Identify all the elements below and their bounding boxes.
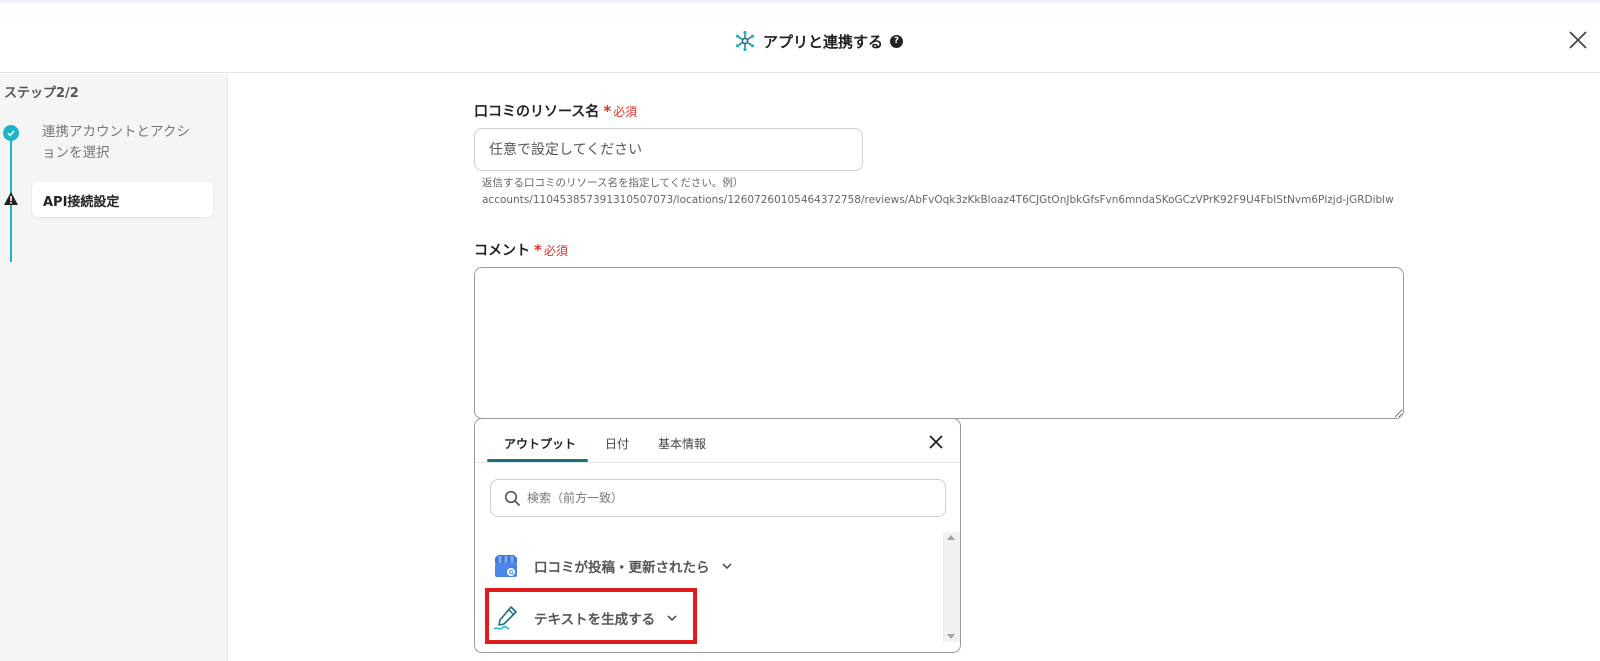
close-icon[interactable] [927, 433, 945, 451]
warning-icon [4, 192, 18, 205]
required-text: 必須 [543, 244, 568, 258]
svg-text:G: G [509, 570, 514, 577]
step-sidebar: ステップ2/2 連携アカウントとアクションを選択 API接続設定 [0, 74, 228, 661]
resource-name-hint-example: accounts/110453857391310507073/locations… [482, 194, 1394, 206]
resource-name-input[interactable] [474, 128, 863, 171]
output-list-scrollbar[interactable] [943, 532, 960, 642]
scroll-up-arrow-icon[interactable] [947, 535, 955, 540]
step-item-api-settings[interactable]: API接続設定 [32, 182, 213, 217]
resource-name-label: 口コミのリソース名 * 必須 [474, 101, 637, 121]
required-mark: * [603, 102, 612, 120]
output-list: G 口コミが投稿・更新されたら テキストを生成する [475, 532, 960, 652]
step-item-account-action[interactable]: 連携アカウントとアクションを選択 [42, 122, 202, 164]
resource-name-hint-line1: 返信する口コミのリソース名を指定してください。例） [482, 177, 744, 189]
check-icon [3, 125, 19, 141]
output-search-box [490, 479, 946, 517]
tab-date[interactable]: 日付 [605, 435, 629, 452]
help-icon[interactable]: ? [890, 34, 904, 48]
required-mark: * [534, 241, 542, 259]
search-icon [504, 490, 521, 507]
highlight-box [485, 588, 697, 644]
tab-output[interactable]: アウトプット [504, 435, 576, 452]
comment-textarea[interactable] [474, 267, 1404, 419]
comment-label-text: コメント [474, 243, 530, 259]
active-tab-indicator [487, 459, 588, 462]
list-item-label: 口コミが投稿・更新されたら [534, 560, 710, 576]
modal-header: アプリと連携する ? [0, 0, 1600, 73]
chevron-down-icon[interactable] [720, 559, 734, 573]
google-business-icon: G [495, 555, 517, 577]
step-counter: ステップ2/2 [4, 86, 79, 101]
resource-name-label-text: 口コミのリソース名 [474, 104, 600, 120]
required-text: 必須 [613, 105, 638, 119]
list-item-review-trigger[interactable]: G 口コミが投稿・更新されたら [485, 544, 734, 588]
output-search-input[interactable] [527, 481, 937, 515]
tab-basic-info[interactable]: 基本情報 [658, 435, 706, 452]
resource-name-hint: 返信する口コミのリソース名を指定してください。例） accounts/11045… [482, 175, 1482, 209]
output-tabs: アウトプット 日付 基本情報 [475, 419, 960, 463]
network-hub-icon [735, 30, 755, 52]
modal-title: アプリと連携する ? [734, 27, 904, 55]
scroll-down-arrow-icon[interactable] [947, 634, 955, 639]
close-icon[interactable] [1566, 28, 1590, 52]
comment-label: コメント * 必須 [474, 240, 568, 260]
modal-title-text: アプリと連携する [763, 32, 884, 51]
output-picker-popup: アウトプット 日付 基本情報 G 口コミが投稿・更新されたら [474, 418, 961, 653]
